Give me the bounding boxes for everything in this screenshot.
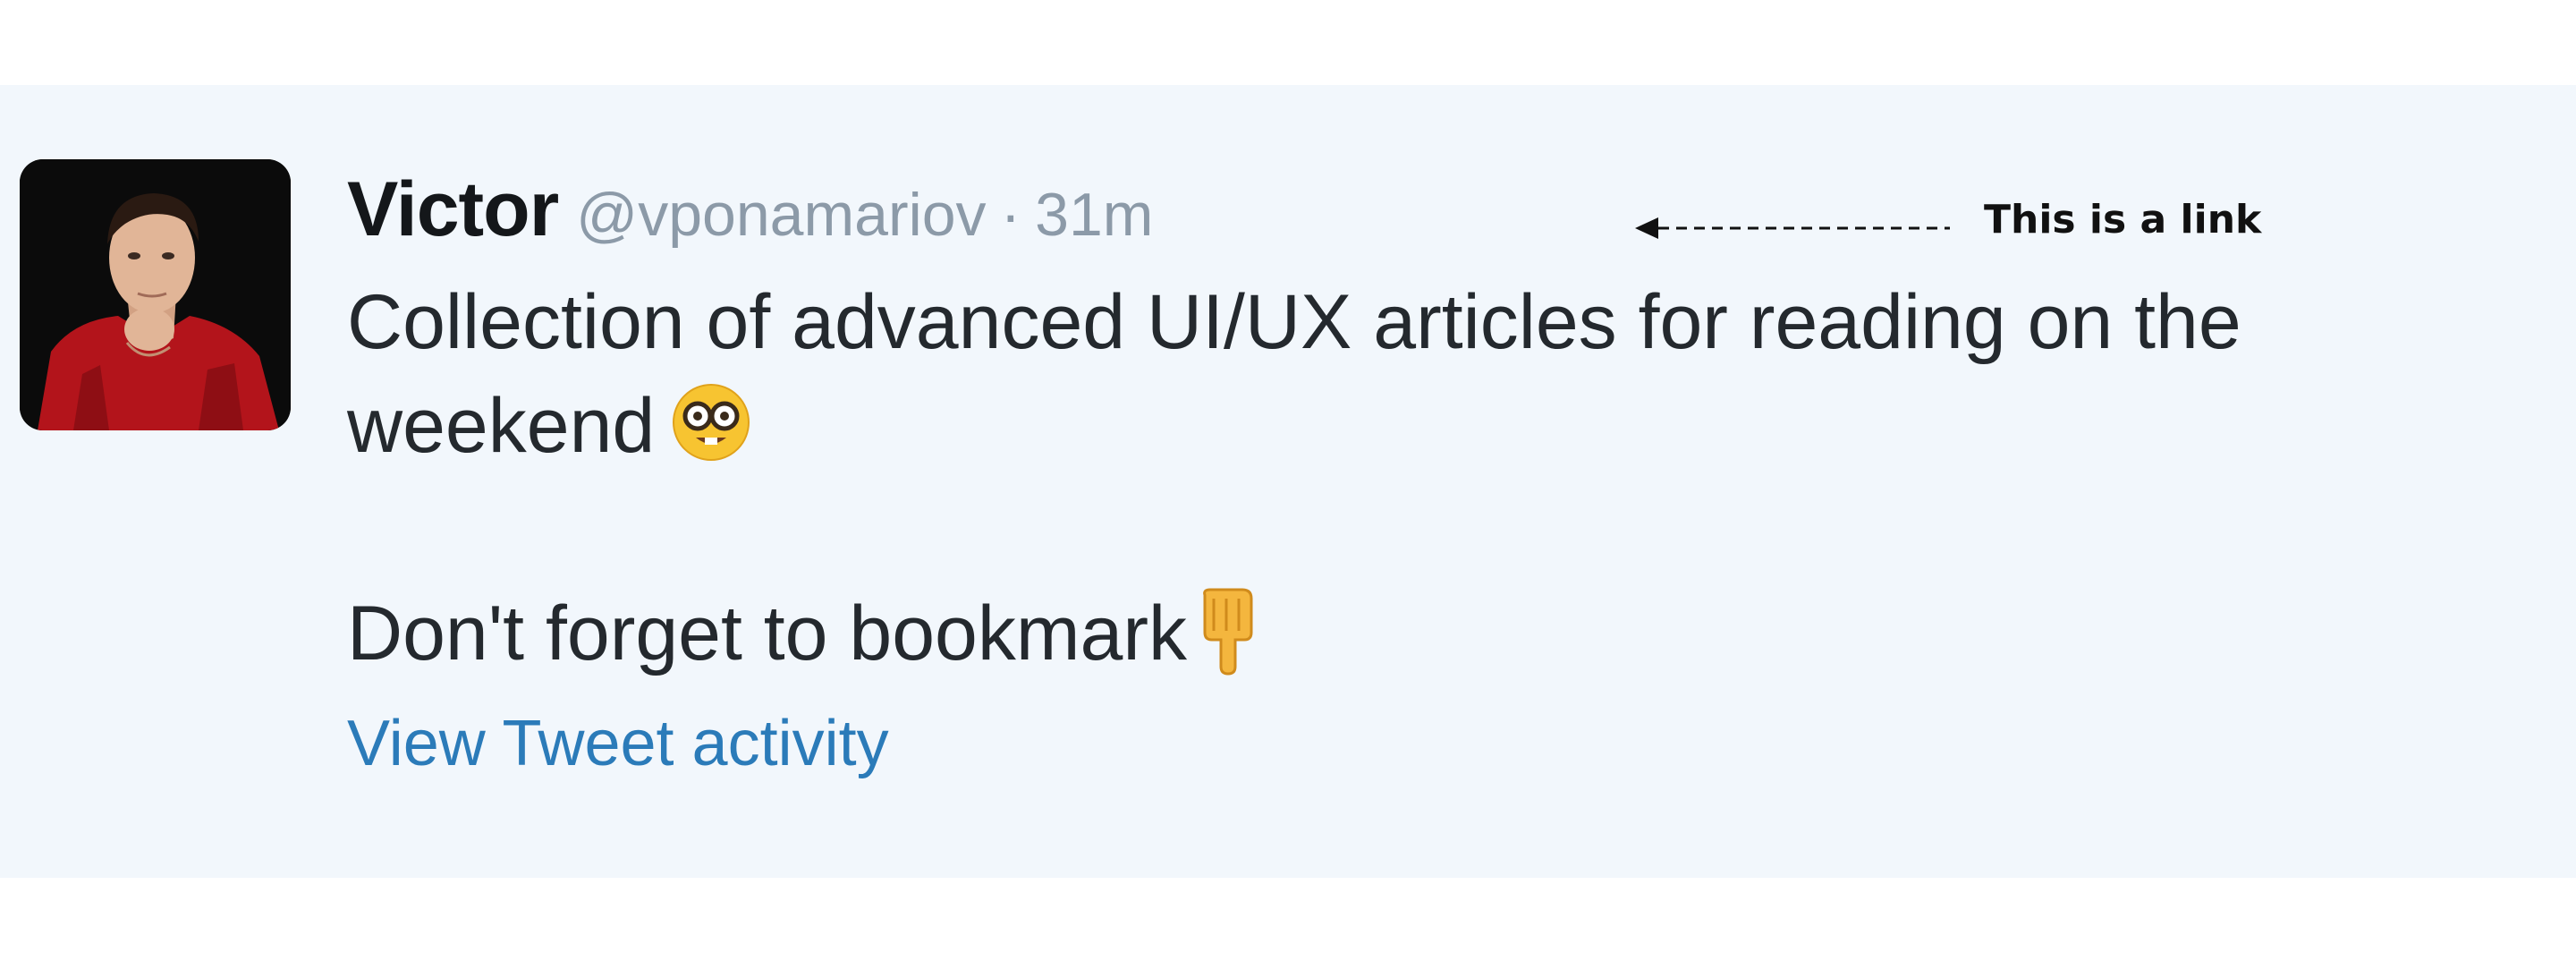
avatar[interactable] xyxy=(20,159,291,430)
tweet-header: Victor @vponamariov · 31m xyxy=(347,171,1153,248)
tweet-text-fragment: weekend xyxy=(347,383,656,469)
author-handle[interactable]: @vponamariov xyxy=(576,181,986,249)
paragraph-break xyxy=(347,478,2556,582)
tweet-card[interactable]: Victor @vponamariov · 31m This is a link Co… xyxy=(0,85,2576,878)
tweet-text-line: Collection of advanced UI/UX articles fo… xyxy=(347,279,2241,365)
author-name[interactable]: Victor xyxy=(347,166,559,252)
tweet-text-line: weekend xyxy=(347,374,2556,478)
tweet-text-fragment: Don't forget to bookmark xyxy=(347,591,1187,676)
view-tweet-activity-link[interactable]: View Tweet activity xyxy=(347,711,889,776)
nerd-face-icon xyxy=(671,382,751,463)
header-separator: · xyxy=(1000,181,1021,249)
tweet-text: Collection of advanced UI/UX articles fo… xyxy=(347,270,2556,685)
link-annotation: This is a link xyxy=(1635,192,2261,264)
tweet-text-line: Don't forget to bookmark xyxy=(347,582,2556,685)
timestamp-link[interactable]: 31m xyxy=(1035,181,1153,249)
avatar-photo xyxy=(20,159,291,430)
arrow-left-icon xyxy=(1635,217,1950,239)
pointing-down-icon xyxy=(1194,586,1266,676)
annotation-label: This is a link xyxy=(1984,197,2262,242)
